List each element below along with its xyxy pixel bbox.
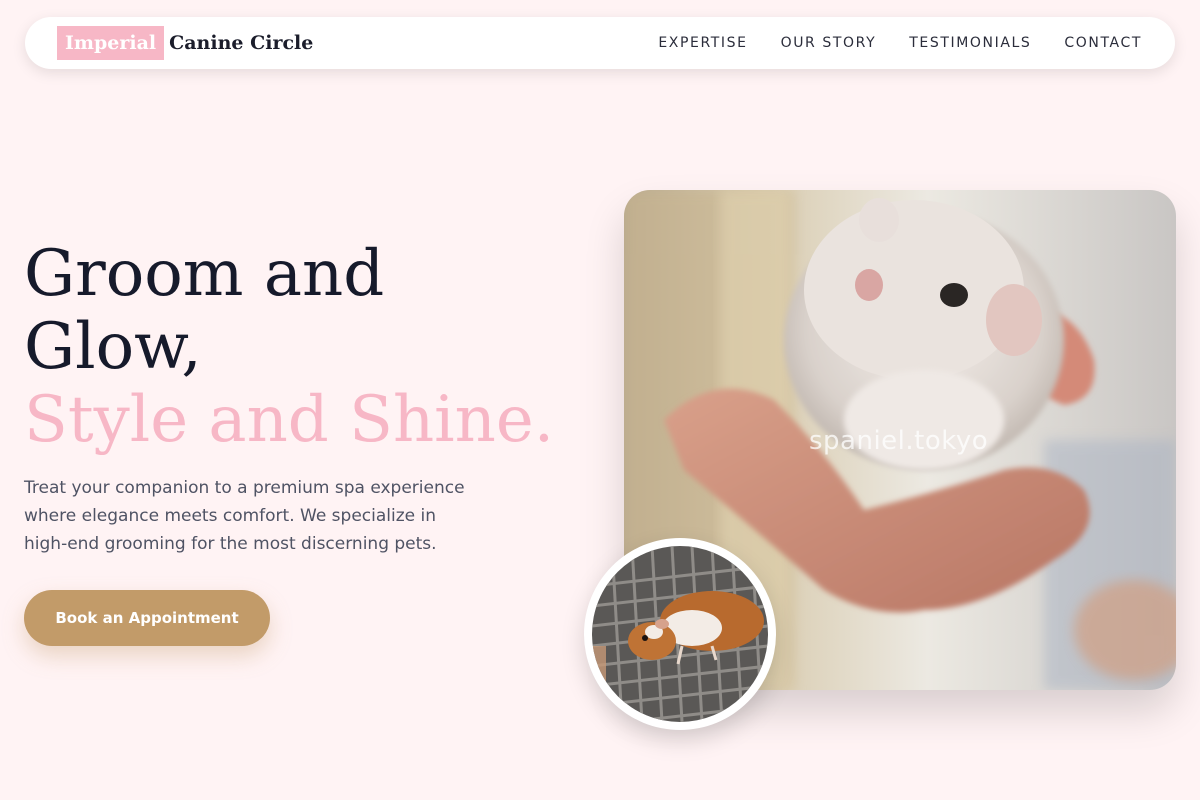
hero-headline: Groom and Glow, Style and Shine. [24, 238, 554, 457]
nav-link-testimonials[interactable]: TESTIMONIALS [909, 35, 1031, 51]
headline-accent: Style and Shine. [24, 383, 555, 457]
headline-line-2: Glow, [24, 310, 202, 384]
logo-badge: Imperial [57, 26, 165, 60]
image-watermark: spaniel.tokyo [809, 426, 989, 456]
nav-link-expertise[interactable]: EXPERTISE [658, 35, 747, 51]
nav-links: EXPERTISE OUR STORY TESTIMONIALS CONTACT [658, 35, 1142, 51]
logo[interactable]: Imperial Canine Circle [57, 26, 313, 60]
landing-page: Imperial Canine Circle EXPERTISE OUR STO… [0, 0, 1200, 800]
circle-photo-frame [592, 546, 768, 722]
logo-text: Canine Circle [169, 32, 314, 54]
nav-link-our-story[interactable]: OUR STORY [781, 35, 877, 51]
nav-link-contact[interactable]: CONTACT [1064, 35, 1142, 51]
headline-line-1: Groom and [24, 237, 385, 311]
navbar: Imperial Canine Circle EXPERTISE OUR STO… [25, 17, 1175, 69]
book-appointment-button[interactable]: Book an Appointment [24, 590, 270, 646]
secondary-photo [584, 538, 776, 730]
guinea-pig-on-cage-photo-icon [592, 546, 768, 722]
hero-description: Treat your companion to a premium spa ex… [24, 478, 465, 554]
